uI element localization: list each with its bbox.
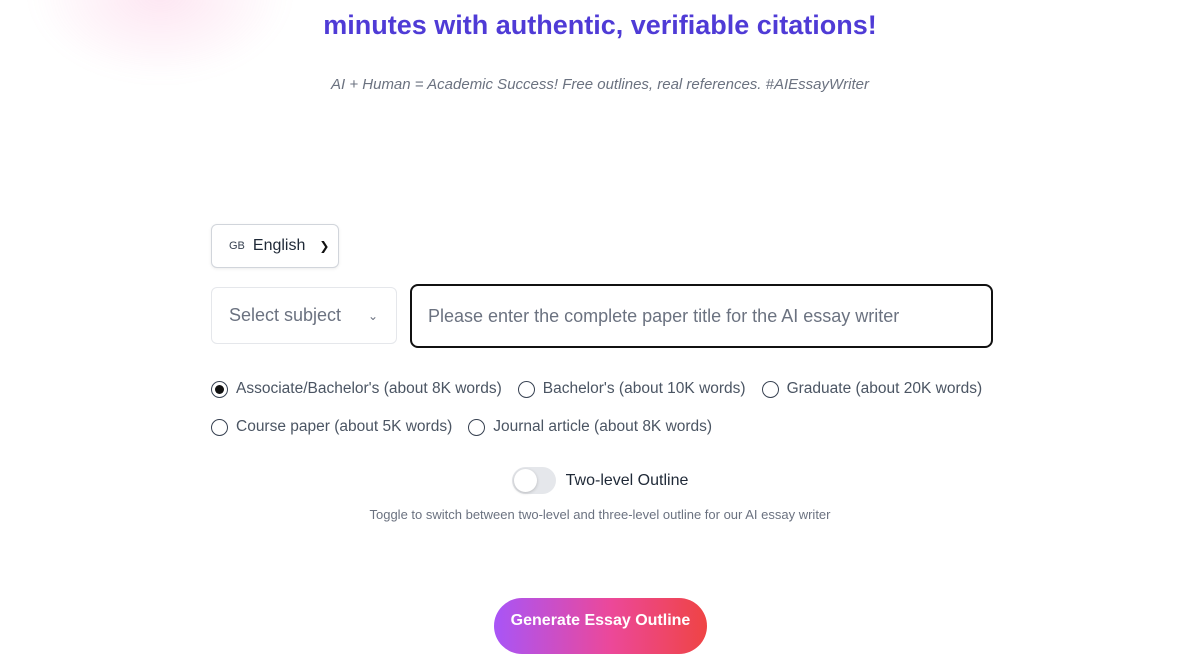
- outline-toggle-row: Two-level Outline: [0, 467, 1200, 494]
- chevron-down-icon: ❯: [319, 239, 330, 253]
- paper-title-input[interactable]: [410, 284, 993, 348]
- outline-toggle-label: Two-level Outline: [565, 471, 689, 489]
- subject-select[interactable]: Select subject ⌄: [211, 287, 397, 344]
- radio-graduate[interactable]: Graduate (about 20K words): [761, 380, 983, 398]
- radio-label: Associate/Bachelor's (about 8K words): [236, 380, 502, 397]
- radio-course-paper[interactable]: Course paper (about 5K words): [211, 418, 452, 436]
- radio-bachelor[interactable]: Bachelor's (about 10K words): [517, 380, 746, 398]
- hero-subtitle: AI + Human = Academic Success! Free outl…: [331, 76, 869, 93]
- radio-associate-bachelor[interactable]: Associate/Bachelor's (about 8K words): [211, 380, 502, 398]
- radio-circle[interactable]: [211, 418, 228, 436]
- generate-outline-button[interactable]: Generate Essay Outline: [494, 598, 707, 654]
- radio-journal-article[interactable]: Journal article (about 8K words): [468, 418, 712, 436]
- outline-toggle[interactable]: [511, 467, 556, 494]
- chevron-down-icon: ⌄: [367, 308, 378, 323]
- paper-type-group: Associate/Bachelor's (about 8K words) Ba…: [211, 370, 1011, 446]
- radio-circle[interactable]: [761, 380, 779, 398]
- radio-label: Journal article (about 8K words): [493, 418, 713, 435]
- radio-label: Bachelor's (about 10K words): [542, 380, 746, 397]
- radio-label: Graduate (about 20K words): [786, 380, 983, 397]
- radio-label: Course paper (about 5K words): [236, 418, 453, 435]
- flag-gb-icon: GB: [229, 240, 245, 252]
- subject-placeholder: Select subject: [229, 305, 342, 325]
- hero-title: minutes with authentic, verifiable citat…: [323, 10, 877, 40]
- radio-circle[interactable]: [517, 380, 535, 398]
- radio-circle[interactable]: [468, 418, 486, 436]
- radio-circle[interactable]: [211, 380, 228, 398]
- language-label: English: [252, 237, 306, 254]
- outline-toggle-hint: Toggle to switch between two-level and t…: [369, 507, 831, 522]
- language-selector[interactable]: GB English ❯: [211, 224, 339, 268]
